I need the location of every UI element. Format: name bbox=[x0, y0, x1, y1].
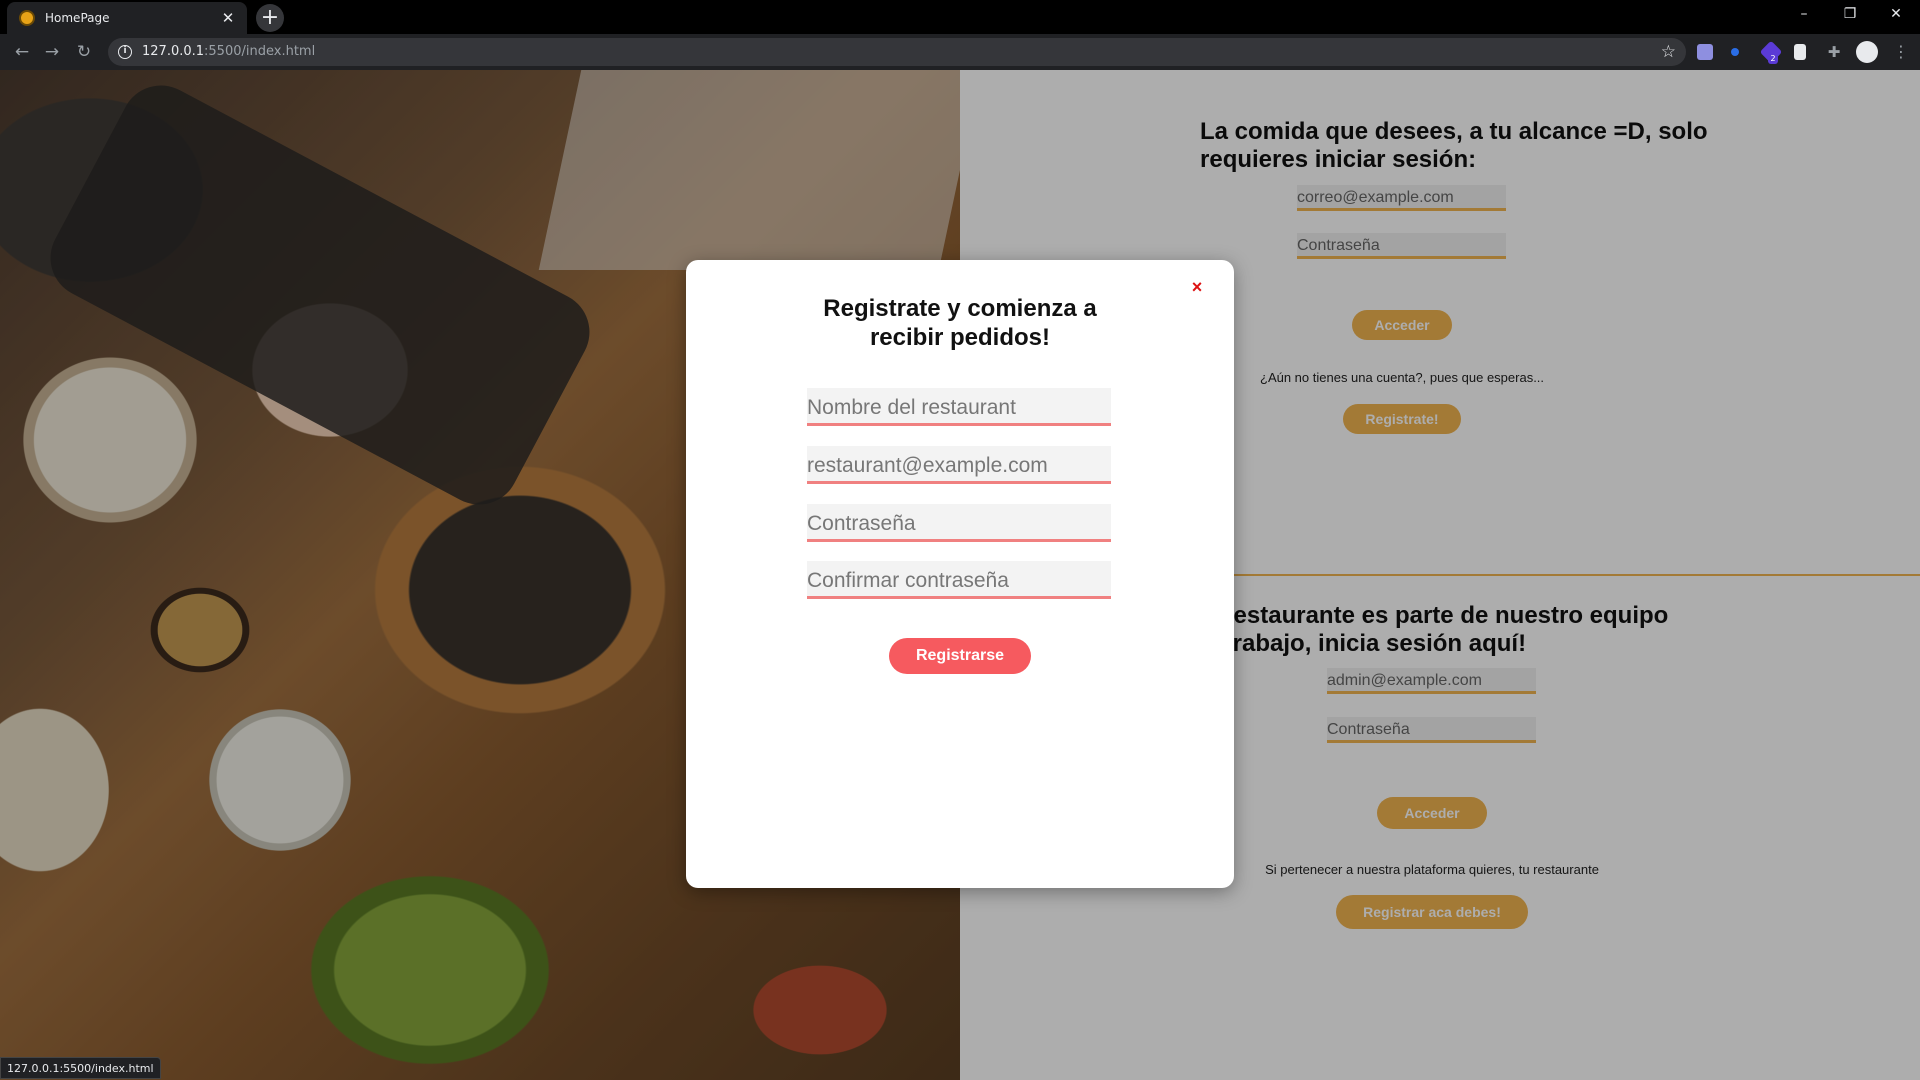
bookmark-star-icon[interactable]: ☆ bbox=[1661, 42, 1676, 62]
status-bar-url: 127.0.0.1:5500/index.html bbox=[0, 1057, 161, 1079]
tab-strip: HomePage ✕ + – ❐ ✕ bbox=[0, 0, 1920, 34]
register-submit-button[interactable]: Registrarse bbox=[889, 638, 1031, 674]
profile-avatar[interactable] bbox=[1856, 41, 1878, 63]
register-modal: × Registrate y comienza a recibir pedido… bbox=[686, 260, 1234, 888]
puzzle-icon[interactable]: ✚ bbox=[1826, 44, 1842, 60]
extension-page-icon[interactable] bbox=[1794, 44, 1806, 60]
new-tab-button[interactable]: + bbox=[256, 4, 284, 32]
restaurant-password-field[interactable] bbox=[807, 504, 1111, 542]
confirm-password-field[interactable] bbox=[807, 561, 1111, 599]
tab-close-icon[interactable]: ✕ bbox=[219, 9, 237, 27]
window-minimize-button[interactable]: – bbox=[1782, 0, 1826, 30]
window-restore-button[interactable]: ❐ bbox=[1828, 0, 1872, 30]
menu-kebab-icon[interactable]: ⋮ bbox=[1893, 44, 1909, 60]
modal-title: Registrate y comienza a recibir pedidos! bbox=[823, 295, 1097, 351]
browser-tab[interactable]: HomePage ✕ bbox=[7, 2, 247, 34]
extension-icon[interactable] bbox=[1697, 44, 1713, 60]
reload-icon[interactable]: ↻ bbox=[72, 40, 96, 64]
restaurant-email-field[interactable] bbox=[807, 446, 1111, 484]
address-url: 127.0.0.1:5500/index.html bbox=[142, 44, 316, 59]
back-arrow-icon[interactable]: ← bbox=[10, 40, 34, 64]
favicon-icon bbox=[19, 10, 35, 26]
extension-dot-icon[interactable] bbox=[1731, 48, 1739, 56]
browser-toolbar: ← → ↻ i 127.0.0.1:5500/index.html ☆ 2 ✚ … bbox=[0, 34, 1920, 70]
tab-title: HomePage bbox=[45, 11, 110, 25]
address-bar[interactable]: i 127.0.0.1:5500/index.html ☆ bbox=[108, 38, 1686, 66]
extension-badge: 2 bbox=[1768, 54, 1778, 64]
forward-arrow-icon[interactable]: → bbox=[40, 40, 64, 64]
window-close-button[interactable]: ✕ bbox=[1874, 0, 1918, 30]
page-viewport: La comida que desees, a tu alcance =D, s… bbox=[0, 70, 1920, 1080]
site-info-icon[interactable]: i bbox=[118, 45, 132, 59]
restaurant-name-input[interactable] bbox=[807, 388, 1111, 426]
